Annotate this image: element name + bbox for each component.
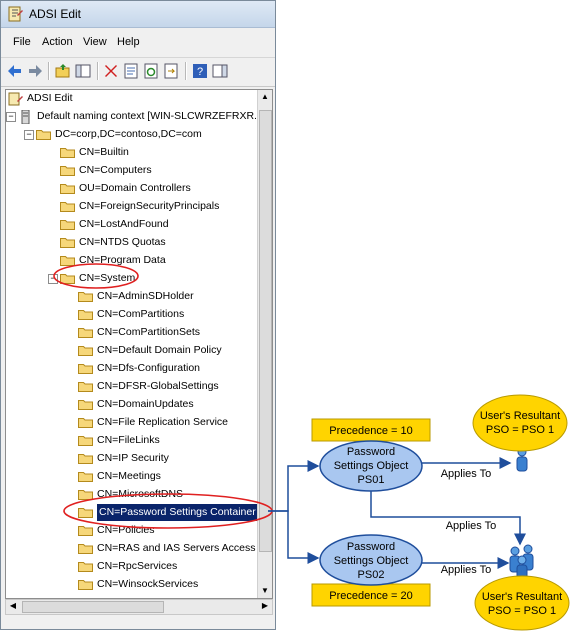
applies-to-arrow-2 [370, 491, 526, 546]
resultant-bottom-line1: User's Resultant [482, 591, 562, 603]
precedence-bottom-label: Precedence = 20 [329, 590, 412, 602]
pso1-line3: PS01 [358, 474, 385, 486]
pso1-line1: Password [347, 446, 395, 458]
pso-diagram: Precedence = 10 Precedence = 20 Password… [53, 263, 570, 631]
cn-system-highlight [53, 263, 139, 289]
applies-to-label-1: Applies To [441, 468, 492, 480]
resultant-top-line2: PSO = PSO 1 [486, 424, 554, 436]
applies-to-label-2: Applies To [446, 520, 497, 532]
password-settings-container-highlight [63, 493, 273, 529]
pso1-line2: Settings Object [334, 460, 409, 472]
pso2-line3: PS02 [358, 569, 385, 581]
pso2-line2: Settings Object [334, 555, 409, 567]
connector-to-pso1 [268, 460, 320, 512]
resultant-top-ellipse [472, 394, 568, 452]
applies-to-label-3: Applies To [441, 564, 492, 576]
resultant-bottom-ellipse [474, 575, 570, 631]
precedence-top-label: Precedence = 10 [329, 425, 412, 437]
connector-to-pso2 [268, 510, 320, 564]
resultant-bottom-line2: PSO = PSO 1 [488, 605, 556, 617]
pso2-line1: Password [347, 541, 395, 553]
resultant-top-line1: User's Resultant [480, 410, 560, 422]
